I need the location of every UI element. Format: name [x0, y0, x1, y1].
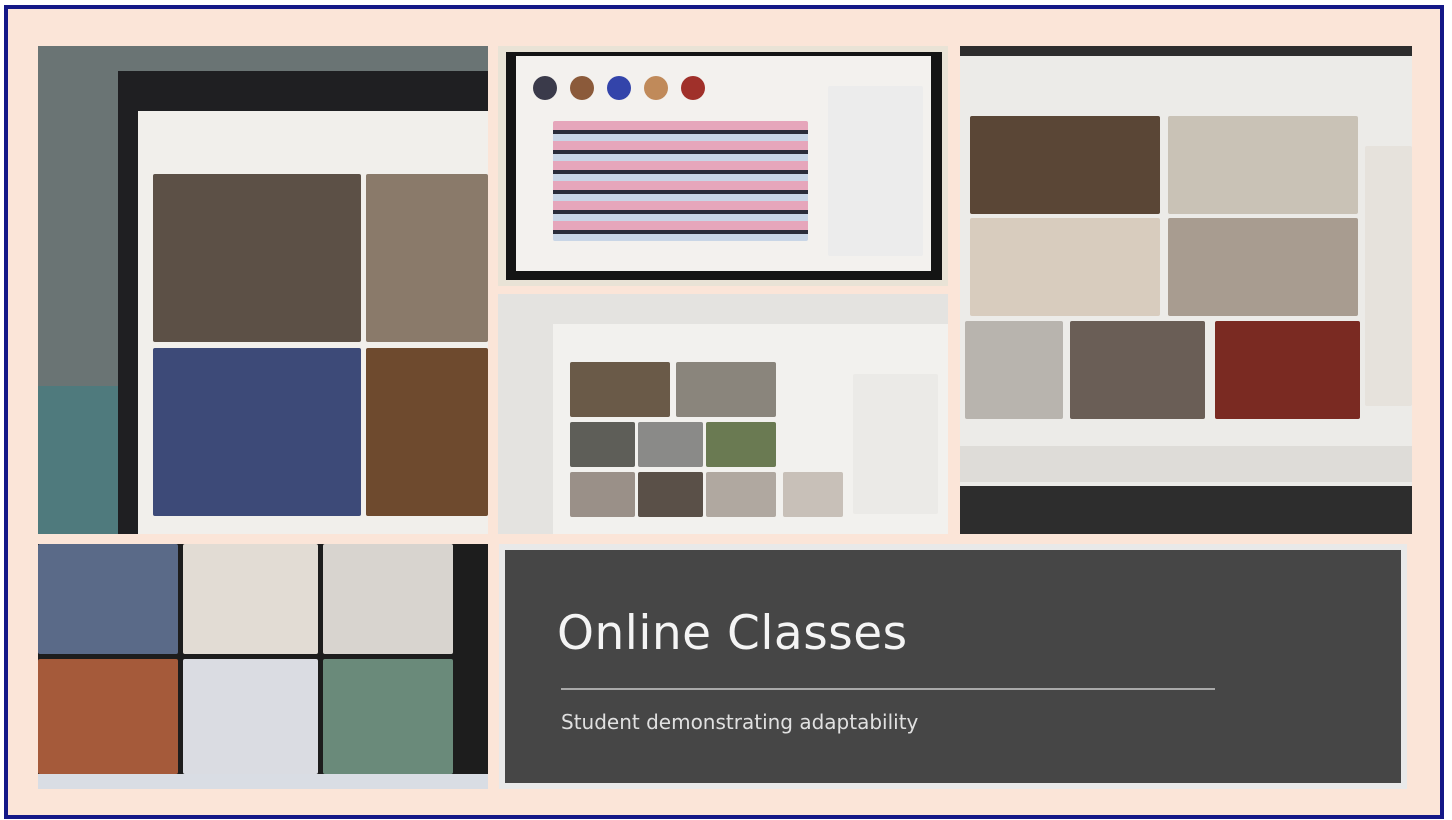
- photo-laptop-video-call: [38, 46, 488, 534]
- slide-panel: Online Classes Student demonstrating ada…: [505, 550, 1401, 783]
- slide-title: Online Classes: [557, 606, 908, 661]
- slide-divider: [561, 688, 1215, 690]
- collage-frame: Online Classes Student demonstrating ada…: [4, 5, 1444, 819]
- photo-video-call-grid-six: [38, 544, 488, 789]
- photo-video-call-grid-ten: [498, 294, 948, 534]
- slide-subtitle: Student demonstrating adaptability: [561, 710, 919, 734]
- photo-classroom-slide-call: [498, 46, 948, 286]
- title-slide: Online Classes Student demonstrating ada…: [499, 544, 1407, 789]
- photo-video-call-grid-eight: [960, 46, 1412, 534]
